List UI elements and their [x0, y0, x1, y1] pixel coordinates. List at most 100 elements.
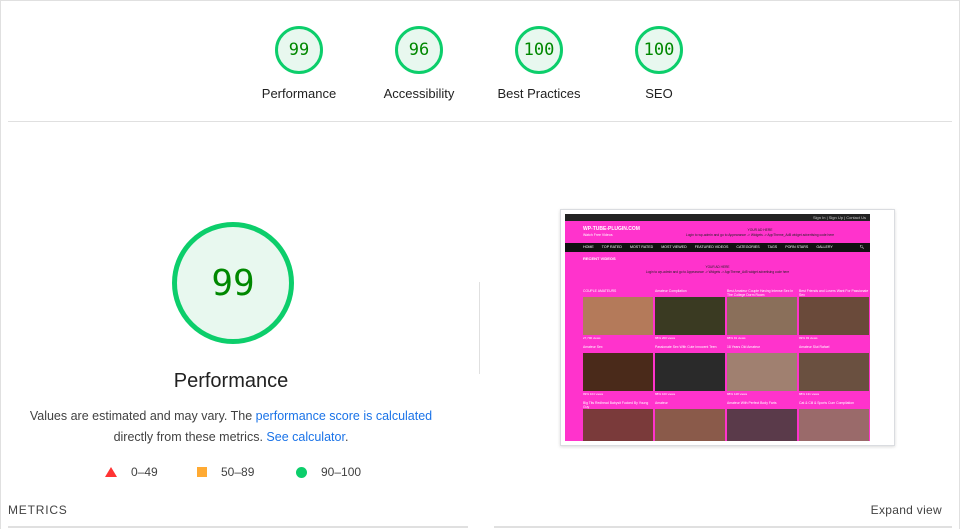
video-thumbnail	[799, 353, 869, 391]
desc-middle: directly from these metrics.	[113, 430, 267, 444]
site-ad-note: YOUR AD HERE Login to wp-admin and go to…	[565, 265, 870, 279]
video-title: 18 Years Old Amateur	[727, 345, 760, 349]
gauge-seo-label: SEO	[645, 86, 673, 101]
legend-fail-label: 0–49	[131, 465, 158, 479]
site-nav-item: MOST RATED	[629, 245, 654, 249]
video-thumbnail	[655, 353, 725, 391]
video-title: Big Tits Redhead Babysit Fucked By Young…	[583, 401, 649, 409]
legend-average: 50–89	[197, 465, 254, 479]
final-screenshot[interactable]: Sign In | Sign Up | Contact Us WP-TUBE-P…	[560, 209, 895, 446]
site-header-ad-text: Login to wp-admin and go to Appearance -…	[685, 233, 835, 237]
performance-score-link[interactable]: performance score is calculated	[256, 409, 432, 423]
gauge-performance-ring: 99	[275, 26, 323, 74]
video-card: Amateur	[655, 401, 725, 441]
site-tagline: Watch Free Videos	[583, 233, 613, 237]
site-nav-item: GALLERY	[816, 245, 833, 249]
video-title: Best Friends and Lovers Want For Passion…	[799, 289, 869, 297]
video-title: Amateur With Perfect Body Farts	[727, 401, 777, 405]
site-section-title: RECENT VIDEOS	[583, 256, 616, 261]
legend-fail: 0–49	[105, 465, 158, 479]
video-meta: 88% 131 views	[799, 392, 820, 396]
gauge-accessibility[interactable]: 96 Accessibility	[359, 26, 479, 101]
desc-suffix: .	[344, 430, 349, 444]
site-nav-item: MOST VIEWED	[661, 245, 687, 249]
gauge-performance[interactable]: 99 Performance	[239, 26, 359, 101]
video-card: Passionate Sex With Cute Innocent Teen 88…	[655, 345, 725, 399]
video-card: Amateur Compilation 88% 200 views	[655, 289, 725, 343]
video-card: Big Tits Redhead Babysit Fucked By Young…	[583, 401, 653, 441]
video-meta: 27,790 views	[583, 336, 601, 340]
site-nav-item: FEATURED VIDEOS	[694, 245, 729, 249]
gauge-performance-label: Performance	[261, 86, 337, 101]
video-card: Cat & Cill & Sports Cum Compilation	[799, 401, 869, 441]
video-meta: 99% 93 views	[799, 336, 818, 340]
video-thumbnail	[727, 353, 797, 391]
site-topbar: Sign In | Sign Up | Contact Us	[565, 214, 870, 221]
video-card: Best Amateur Couple Having Intense Sex I…	[727, 289, 797, 343]
video-title: Passionate Sex With Cute Innocent Teen	[655, 345, 717, 349]
header-divider	[8, 121, 952, 122]
gauge-best-practices-ring: 100	[515, 26, 563, 74]
video-meta: 99% 104 views	[583, 392, 604, 396]
performance-score-gauge: 99	[172, 222, 294, 344]
gauge-seo[interactable]: 100 SEO	[599, 26, 719, 101]
metrics-underline-right	[494, 526, 952, 528]
legend-pass-label: 90–100	[321, 465, 362, 479]
square-icon	[197, 467, 207, 477]
vertical-separator	[479, 282, 480, 374]
video-thumbnail	[799, 297, 869, 335]
video-title: Amateur Sex	[583, 345, 603, 349]
video-thumbnail	[799, 409, 869, 441]
site-nav-item: CATEGORIES	[736, 245, 760, 249]
gauge-accessibility-label: Accessibility	[383, 86, 455, 101]
video-thumbnail	[655, 409, 725, 441]
site-nav-item: PORN STARS	[785, 245, 809, 249]
circle-icon	[296, 466, 307, 478]
video-title: Cat & Cill & Sports Cum Compilation	[799, 401, 855, 405]
gauge-seo-ring: 100	[635, 26, 683, 74]
site-ad-note-text: Login to wp-admin and go to Appearance -…	[645, 270, 790, 274]
video-thumbnail	[583, 409, 653, 441]
video-card: Amateur With Perfect Body Farts	[727, 401, 797, 441]
video-thumbnail	[727, 409, 797, 441]
video-card: COUPLE AMATEURS 27,790 views	[583, 289, 653, 343]
video-thumbnail	[583, 353, 653, 391]
video-card: Amateur Sex 99% 104 views	[583, 345, 653, 399]
metrics-underline	[8, 526, 468, 528]
site-nav: HOME TOP RATED MOST RATED MOST VIEWED FE…	[565, 243, 870, 252]
search-icon: 🔍︎	[859, 245, 864, 249]
video-meta: 88% 128 views	[727, 392, 748, 396]
site-nav-item: TAGS	[767, 245, 778, 249]
expand-view-button[interactable]: Expand view	[871, 503, 942, 517]
legend-pass: 90–100	[296, 465, 361, 479]
gauge-best-practices[interactable]: 100 Best Practices	[479, 26, 599, 101]
site-nav-item: TOP RATED	[601, 245, 622, 249]
video-title: Amateur	[655, 401, 668, 405]
video-title: Amateur Compilation	[655, 289, 687, 293]
video-meta: 88% 200 views	[655, 336, 676, 340]
video-meta: 88% 91 views	[727, 336, 746, 340]
performance-description: Values are estimated and may vary. The p…	[20, 406, 442, 448]
site-logo: WP-TUBE-PLUGIN.COM	[583, 226, 640, 232]
video-card: Best Friends and Lovers Want For Passion…	[799, 289, 869, 343]
video-meta: 88% 100 views	[655, 392, 676, 396]
score-legend: 0–49 50–89 90–100	[0, 465, 462, 481]
see-calculator-link[interactable]: See calculator	[266, 430, 345, 444]
video-thumbnail	[583, 297, 653, 335]
performance-title: Performance	[173, 370, 289, 392]
desc-prefix: Values are estimated and may vary. The	[29, 409, 256, 423]
video-title: Amateur Slut Rafael	[799, 345, 830, 349]
video-thumbnail	[727, 297, 797, 335]
gauge-best-practices-label: Best Practices	[497, 86, 581, 101]
category-gauges: 99 Performance 96 Accessibility 100 Best…	[0, 26, 960, 116]
triangle-icon	[105, 467, 117, 477]
site-header: WP-TUBE-PLUGIN.COM Watch Free Videos YOU…	[565, 221, 870, 243]
site-nav-item: HOME	[583, 245, 594, 249]
video-title: Best Amateur Couple Having Intense Sex I…	[727, 289, 794, 297]
video-card: 18 Years Old Amateur 88% 128 views	[727, 345, 797, 399]
legend-average-label: 50–89	[221, 465, 255, 479]
gauge-accessibility-ring: 96	[395, 26, 443, 74]
video-title: COUPLE AMATEURS	[583, 289, 617, 293]
metrics-heading: METRICS	[8, 503, 68, 517]
video-thumbnail	[655, 297, 725, 335]
